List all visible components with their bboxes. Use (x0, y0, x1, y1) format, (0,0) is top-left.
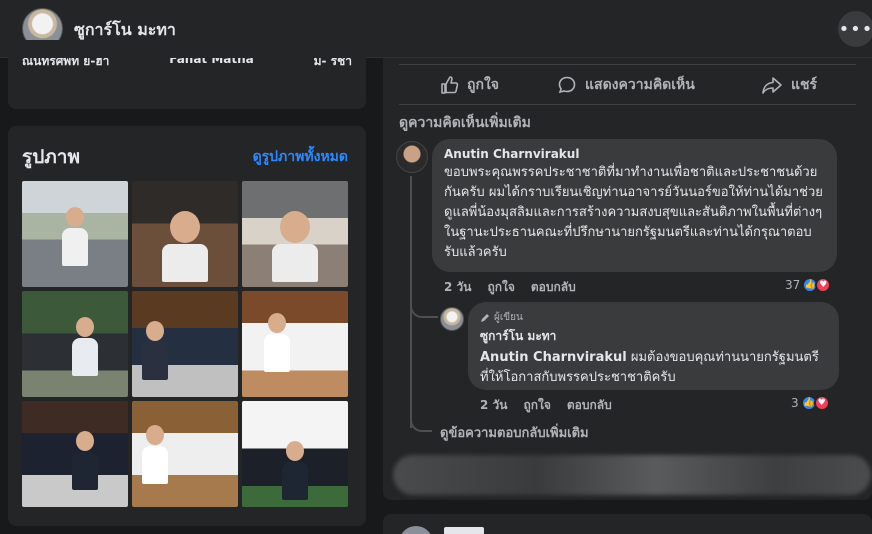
comment-text: ขอบพระคุณพรรคประชาชาติที่มาทำงานเพื่อชาต… (444, 165, 823, 260)
friend-name[interactable]: ณนทรศพท์ ย-ฮา (22, 58, 109, 71)
reply-bubble: ผู้เขียน ซูการ์โน มะทา Anutin Charnvirak… (468, 302, 839, 390)
photo-thumbnail[interactable] (132, 291, 238, 397)
comment-bubble: Anutin Charnvirakul ขอบพระคุณพรรคประชาชา… (432, 139, 837, 272)
reaction-count: 3 (791, 396, 799, 410)
view-more-replies-link[interactable]: ดูข้อความตอบกลับเพิ่มเติม (440, 422, 589, 443)
reply-thread-connector (410, 300, 438, 318)
commenter-avatar[interactable] (396, 141, 428, 173)
photos-card: รูปภาพ ดูรูปภาพทั้งหมด (8, 126, 366, 526)
reply-meta: 2 วัน ถูกใจ ตอบกลับ (480, 396, 612, 415)
friends-names-row: ณนทรศพท์ ย-ฮา Fahat Matha ม- รชา (22, 58, 352, 71)
photo-thumbnail[interactable] (132, 181, 238, 287)
photo-thumbnail[interactable] (242, 291, 348, 397)
share-button[interactable]: แชร์ (761, 74, 817, 96)
view-more-comments-link[interactable]: ดูความคิดเห็นเพิ่มเติม (399, 112, 531, 134)
photo-thumbnail[interactable] (22, 181, 128, 287)
photo-thumbnail[interactable] (22, 401, 128, 507)
more-options-button[interactable]: ••• (838, 11, 872, 47)
photo-thumbnail[interactable] (132, 401, 238, 507)
photo-grid (22, 181, 348, 507)
divider (399, 104, 856, 105)
see-all-photos-link[interactable]: ดูรูปภาพทั้งหมด (253, 146, 348, 168)
reply-text: Anutin Charnvirakul ผมต้องขอบคุณท่านนายก… (480, 348, 827, 388)
reaction-count: 37 (785, 278, 801, 292)
blurred-comment-box[interactable] (393, 455, 871, 495)
next-post-author[interactable] (444, 527, 484, 534)
friends-card: ณนทรศพท์ ย-ฮา Fahat Matha ม- รชา (8, 40, 366, 109)
comment-like-button[interactable]: ถูกใจ (487, 278, 514, 297)
comment-author[interactable]: Anutin Charnvirakul (444, 147, 825, 161)
author-badge-label: ผู้เขียน (494, 312, 523, 323)
comment-label: แสดงความคิดเห็น (585, 77, 695, 93)
friend-name[interactable]: ม- รชา (314, 58, 352, 71)
comment-bubble-icon (558, 76, 576, 94)
replier-avatar[interactable] (440, 307, 464, 331)
reply-reply-button[interactable]: ตอบกลับ (567, 396, 612, 415)
comment-age[interactable]: 2 วัน (444, 278, 471, 297)
photo-thumbnail[interactable] (242, 401, 348, 507)
post-actions-bar: ถูกใจ แสดงความคิดเห็น แชร์ (399, 68, 856, 100)
reaction-summary[interactable]: 3 👍 ♥ (791, 395, 830, 411)
more-horizontal-icon: ••• (838, 18, 872, 40)
mention-link[interactable]: Anutin Charnvirakul (480, 350, 627, 365)
comment-reply-button[interactable]: ตอบกลับ (531, 278, 576, 297)
reply-author[interactable]: ซูการ์โน มะทา (480, 327, 827, 346)
comment-button[interactable]: แสดงความคิดเห็น (557, 74, 695, 96)
love-reaction-icon: ♥ (813, 395, 830, 411)
reply-age[interactable]: 2 วัน (480, 396, 507, 415)
comment-meta: 2 วัน ถูกใจ ตอบกลับ (444, 278, 576, 297)
author-badge: ผู้เขียน (480, 310, 827, 325)
thumbs-up-icon (441, 76, 459, 94)
reply-like-button[interactable]: ถูกใจ (523, 396, 550, 415)
friend-name[interactable]: Fahat Matha (169, 58, 254, 71)
divider (399, 64, 856, 65)
like-label: ถูกใจ (467, 77, 499, 93)
share-arrow-icon (762, 77, 782, 94)
share-label: แชร์ (791, 77, 818, 93)
like-button[interactable]: ถูกใจ (439, 74, 499, 96)
reaction-summary[interactable]: 37 👍 ♥ (785, 277, 832, 293)
pencil-icon (481, 313, 489, 322)
photo-thumbnail[interactable] (22, 291, 128, 397)
photos-title: รูปภาพ (22, 146, 80, 168)
love-reaction-icon: ♥ (815, 277, 832, 293)
photo-thumbnail[interactable] (242, 181, 348, 287)
